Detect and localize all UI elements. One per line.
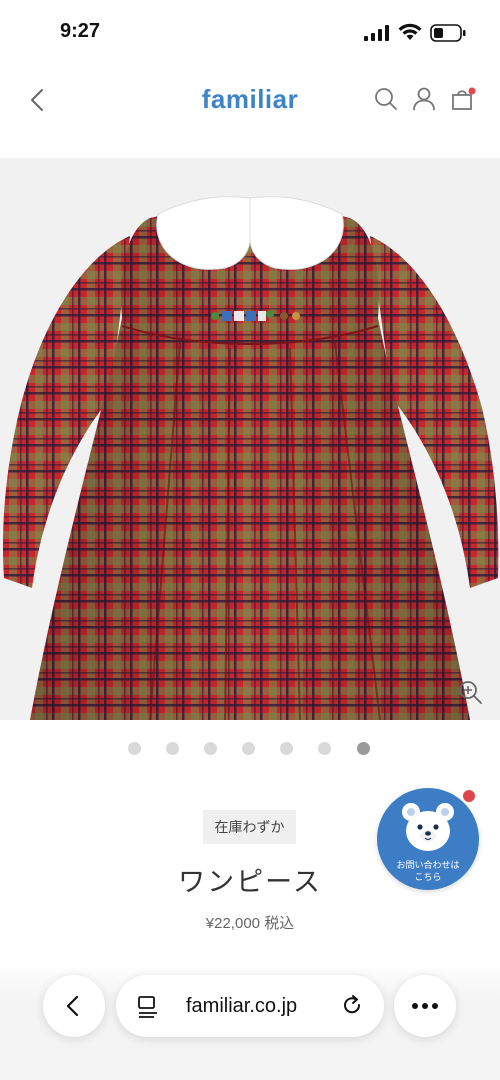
zoom-icon[interactable] (456, 678, 484, 706)
page-settings-icon[interactable] (136, 994, 160, 1018)
search-icon[interactable] (373, 86, 399, 112)
pager-dot[interactable] (318, 742, 331, 755)
contact-button[interactable]: お問い合わせは こちら (377, 788, 479, 890)
site-header: familiar (0, 66, 500, 158)
more-dots-icon (412, 1003, 438, 1009)
account-icon[interactable] (411, 86, 437, 112)
cart-icon[interactable] (450, 86, 476, 112)
stock-badge: 在庫わずか (203, 810, 296, 844)
tax-label: 税込 (264, 915, 295, 932)
pager-dot[interactable] (128, 742, 141, 755)
contact-label: お問い合わせは こちら (377, 859, 479, 883)
bear-mascot-icon (402, 803, 454, 851)
wifi-icon (398, 23, 422, 40)
price-value: ¥22,000 (205, 915, 261, 932)
cellular-signal-icon (364, 25, 389, 41)
browser-back-button[interactable] (43, 975, 105, 1037)
contact-label-line1: お問い合わせは (396, 860, 460, 870)
more-menu-button[interactable] (394, 975, 456, 1037)
pager-dot[interactable] (204, 742, 217, 755)
product-image[interactable] (0, 158, 500, 720)
reload-icon[interactable] (340, 993, 364, 1017)
pager-dot[interactable] (242, 742, 255, 755)
back-arrow-icon (66, 995, 79, 1017)
dress-illustration (2, 196, 499, 720)
product-price: ¥22,000 税込 (0, 912, 500, 933)
address-bar[interactable]: familiar.co.jp (116, 975, 384, 1037)
status-time: 9:27 (60, 20, 101, 42)
pager-dot[interactable] (166, 742, 179, 755)
status-bar: 9:27 (0, 0, 500, 66)
contact-label-line2: こちら (414, 872, 442, 882)
url-text[interactable]: familiar.co.jp (186, 995, 297, 1018)
pager-dot-active[interactable] (357, 742, 370, 755)
image-pager (0, 742, 500, 758)
notification-dot (463, 790, 475, 802)
battery-icon (430, 24, 466, 42)
pager-dot[interactable] (280, 742, 293, 755)
